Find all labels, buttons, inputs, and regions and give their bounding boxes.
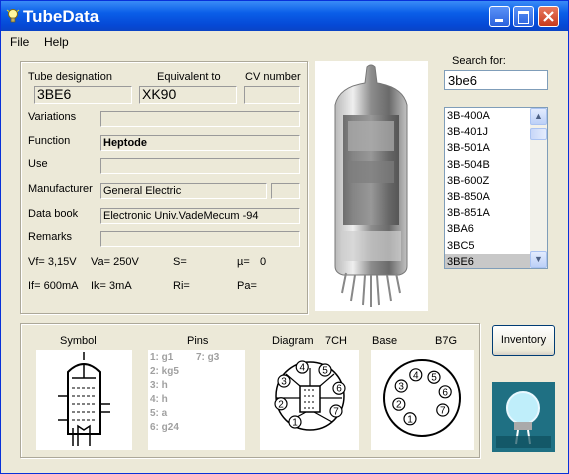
- base-pin-number: 6: [442, 387, 448, 398]
- list-item[interactable]: 3B-501A: [445, 140, 531, 156]
- list-item[interactable]: 3B-600Z: [445, 173, 531, 189]
- tube-base: 12 34 56 7: [371, 350, 474, 450]
- function-label: Function: [28, 135, 71, 147]
- diagram-label: Diagram: [272, 335, 314, 347]
- pins-label: Pins: [187, 335, 209, 347]
- base-code: B7G: [435, 335, 458, 347]
- title-bar[interactable]: TubeData: [1, 1, 568, 31]
- param-s: S=: [173, 256, 187, 268]
- diagram-pin-number: 5: [322, 366, 328, 377]
- scroll-down-button[interactable]: ▼: [530, 251, 547, 268]
- list-item[interactable]: 3B-400A: [445, 108, 531, 124]
- close-button[interactable]: [538, 6, 559, 27]
- pin-4: 4: h: [150, 394, 168, 405]
- remarks-field[interactable]: [100, 231, 300, 247]
- list-item[interactable]: 3BC5: [445, 238, 531, 254]
- param-ik: Ik= 3mA: [91, 280, 132, 292]
- tubedata-logo: [492, 382, 555, 452]
- diagram-pin-number: 4: [299, 363, 305, 374]
- menu-help[interactable]: Help: [44, 35, 69, 49]
- base-pin-number: 5: [431, 373, 437, 384]
- list-item[interactable]: 3B-401J: [445, 124, 531, 140]
- remarks-label: Remarks: [28, 231, 73, 243]
- cv-header: CV number: [245, 71, 301, 83]
- list-item[interactable]: 3BA6: [445, 221, 531, 237]
- search-label: Search for:: [452, 55, 506, 67]
- param-if: If= 600mA: [28, 280, 79, 292]
- pin-3: 3: h: [150, 380, 168, 391]
- variations-field[interactable]: [100, 111, 300, 127]
- close-icon: [543, 11, 554, 22]
- manufacturer-extra-field[interactable]: [271, 183, 300, 199]
- diagram-pin-number: 1: [292, 417, 298, 428]
- list-item[interactable]: 3BE6: [445, 253, 531, 268]
- lightbulb-icon: [6, 9, 20, 23]
- pin-2: 2: kg5: [150, 366, 179, 377]
- pin-1: 1: g1: [150, 352, 174, 363]
- pins-list: 1: g1 7: g3 2: kg5 3: h 4: h 5: a 6: g24: [148, 350, 245, 450]
- inventory-button[interactable]: Inventory: [492, 325, 555, 356]
- pin-5: 5: a: [150, 408, 168, 419]
- function-field[interactable]: Heptode: [100, 135, 300, 151]
- base-pin-number: 7: [440, 406, 446, 417]
- use-label: Use: [28, 158, 48, 170]
- list-scrollbar[interactable]: ▲ ▼: [530, 108, 547, 268]
- pin-6: 6: g24: [150, 422, 179, 433]
- param-mu-value: 0: [260, 256, 267, 268]
- diagram-pin-number: 6: [336, 384, 342, 395]
- diagram-pin-number: 3: [281, 377, 287, 388]
- cv-number-field[interactable]: [244, 86, 300, 104]
- param-va: Va= 250V: [91, 256, 139, 268]
- equivalent-field[interactable]: XK90: [139, 86, 237, 104]
- app-window: TubeData File Help Tube designation Equi…: [0, 0, 569, 474]
- base-pin-number: 1: [407, 414, 413, 425]
- list-item[interactable]: 3B-504B: [445, 157, 531, 173]
- list-item[interactable]: 3B-850A: [445, 189, 531, 205]
- minimize-button[interactable]: [489, 6, 510, 27]
- data-book-label: Data book: [28, 208, 79, 220]
- symbol-label: Symbol: [60, 335, 97, 347]
- tube-list[interactable]: 3B-400A 3B-401J 3B-501A 3B-504B 3B-600Z 3B-85…: [444, 107, 548, 269]
- maximize-button[interactable]: [513, 6, 534, 27]
- data-book-field[interactable]: Electronic Univ.VadeMecum -94: [100, 208, 300, 224]
- variations-label: Variations: [28, 111, 77, 123]
- diagram-pin-number: 7: [333, 407, 339, 418]
- list-item[interactable]: 3B-851A: [445, 205, 531, 221]
- manufacturer-field[interactable]: General Electric: [100, 183, 267, 199]
- base-pin-number: 3: [398, 382, 404, 393]
- base-pin-number: 2: [396, 400, 402, 411]
- param-mu: µ=: [237, 256, 250, 268]
- diagram-code: 7CH: [325, 335, 348, 347]
- chevron-down-icon: ▼: [534, 254, 543, 264]
- equivalent-header: Equivalent to: [157, 71, 221, 83]
- diagram-pin-number: 2: [278, 399, 284, 410]
- base-pin-number: 4: [413, 370, 419, 381]
- pin-7: 7: g3: [196, 352, 220, 363]
- designation-header: Tube designation: [28, 71, 112, 83]
- use-field[interactable]: [100, 158, 300, 174]
- designation-field[interactable]: 3BE6: [34, 86, 132, 104]
- tube-photo: [315, 61, 428, 311]
- scroll-thumb[interactable]: [530, 128, 547, 140]
- window-title: TubeData: [23, 7, 100, 26]
- menu-bar: File Help: [1, 32, 568, 52]
- search-input[interactable]: [444, 70, 548, 90]
- chevron-up-icon: ▲: [534, 111, 543, 121]
- param-vf: Vf= 3,15V: [28, 256, 77, 268]
- maximize-icon: [518, 11, 529, 24]
- tube-diagram: 1234567: [260, 350, 359, 450]
- manufacturer-label: Manufacturer: [28, 183, 93, 195]
- param-pa: Pa=: [237, 280, 257, 292]
- tube-symbol: [36, 350, 132, 450]
- minimize-icon: [495, 19, 503, 22]
- base-label: Base: [372, 335, 398, 347]
- scroll-up-button[interactable]: ▲: [530, 108, 547, 125]
- param-ri: Ri=: [173, 280, 190, 292]
- menu-file[interactable]: File: [10, 35, 29, 49]
